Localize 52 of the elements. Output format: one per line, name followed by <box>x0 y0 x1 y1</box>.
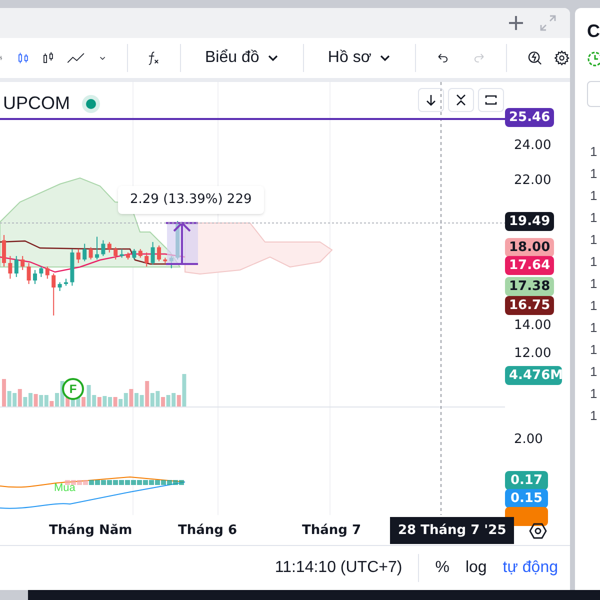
arrow-down-icon <box>424 93 438 107</box>
scale-mode-button[interactable]: % <box>435 556 450 580</box>
panel-value: 1 <box>590 143 598 161</box>
panel-value: 1 <box>590 231 598 249</box>
pane-button[interactable] <box>448 88 474 112</box>
clock-icon[interactable] <box>587 51 600 67</box>
price-tag: 16.75 <box>505 296 554 315</box>
time-tick: Tháng 7 <box>302 522 362 540</box>
panel-value: 1 <box>590 363 598 381</box>
collapse-icon <box>454 93 468 107</box>
buy-signal-label: Mua <box>54 481 76 496</box>
price-tag: 0.17 <box>505 471 548 490</box>
panel-value: 1 <box>590 209 598 227</box>
time-tick: Tháng Năm <box>49 522 132 540</box>
menu-dropdown[interactable]: Biểu đồ <box>201 46 284 70</box>
clock-time: 11:14:10 (UTC+7) <box>274 558 402 578</box>
panel-value: 1 <box>590 297 598 315</box>
panel-value: 1 <box>590 165 598 183</box>
menu-dropdown[interactable]: Hồ sơ <box>324 46 396 70</box>
pane-button[interactable] <box>418 88 444 112</box>
price-tick: 14.00 <box>514 317 552 335</box>
price-tag: 17.64 <box>505 256 554 275</box>
price-tick: 2.00 <box>514 431 543 449</box>
panel-value: 1 <box>590 187 598 205</box>
price-tag: 19.49 <box>505 212 554 231</box>
crosshair-time-label: 28 Tháng 7 '25 <box>390 516 514 544</box>
panel-value: 1 <box>590 385 598 403</box>
scale-mode-button[interactable]: tự động <box>502 556 558 580</box>
panel-value: 1 <box>590 407 598 425</box>
price-tag: 0.15 <box>505 489 548 508</box>
time-tick: Tháng 6 <box>178 522 238 540</box>
fullscreen-icon <box>484 93 498 107</box>
panel-value: 1 <box>590 341 598 359</box>
measurement-label: 2.29 (13.39%) 229 <box>118 186 264 214</box>
price-tick: 22.00 <box>514 172 552 190</box>
hexagon-settings-icon[interactable] <box>529 522 547 540</box>
price-tick: 12.00 <box>514 345 552 363</box>
symbol-label: UPCOM <box>3 92 70 115</box>
price-tag: 4.476M <box>505 366 562 385</box>
event-marker: F <box>62 378 84 400</box>
price-tick: 24.00 <box>514 137 552 155</box>
panel-value: 1 <box>590 275 598 293</box>
scale-mode-button[interactable]: log <box>465 556 487 580</box>
measure-tool-drawing[interactable] <box>165 222 199 265</box>
panel-title: C <box>587 20 600 43</box>
panel-value: 1 <box>590 253 598 271</box>
price-tag: 25.46 <box>505 108 554 127</box>
panel-value: 1 <box>590 319 598 337</box>
price-tag: 18.00 <box>505 238 554 257</box>
price-tag: 17.38 <box>505 277 554 296</box>
add-icon[interactable] <box>506 13 526 33</box>
pane-button[interactable] <box>478 88 504 112</box>
